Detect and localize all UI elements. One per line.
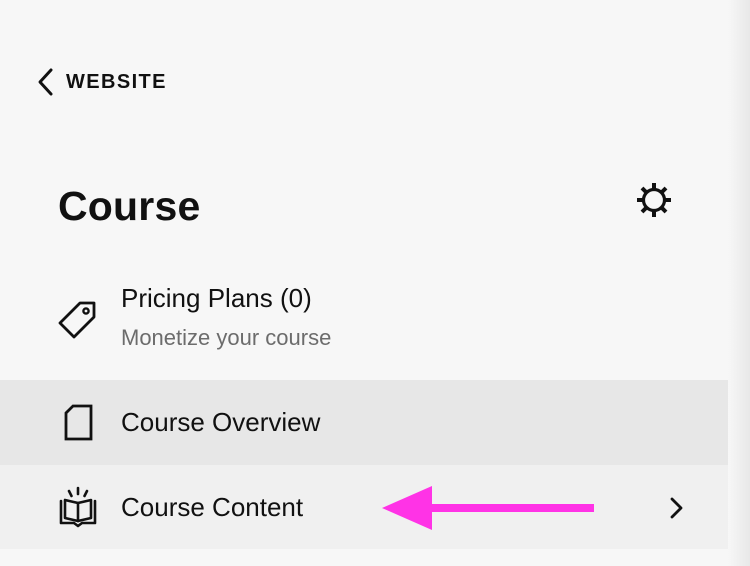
chevron-left-icon (36, 66, 56, 98)
menu-item-pricing-plans[interactable]: Pricing Plans (0) Monetize your course (0, 270, 728, 380)
panel-edge-shadow (728, 0, 750, 566)
open-book-icon (56, 485, 100, 529)
back-to-website-link[interactable]: WEBSITE (36, 66, 167, 98)
menu-item-title: Course Content (121, 492, 304, 522)
tag-icon (56, 297, 100, 341)
menu-item-title: Pricing Plans (0) (121, 283, 312, 313)
menu-item-course-content[interactable]: Course Content (0, 465, 728, 549)
menu-item-title: Course Overview (121, 407, 321, 437)
document-icon (56, 400, 100, 444)
settings-button[interactable] (632, 180, 676, 224)
menu-item-subtitle: Monetize your course (121, 325, 332, 350)
menu-item-course-overview[interactable]: Course Overview (0, 380, 728, 465)
page-title: Course (58, 183, 201, 229)
course-settings-panel: WEBSITE Course Pricing Plans (0) Monetiz… (0, 0, 750, 566)
chevron-right-icon (664, 493, 688, 523)
gear-icon (634, 180, 674, 225)
back-link-label: WEBSITE (66, 70, 167, 93)
